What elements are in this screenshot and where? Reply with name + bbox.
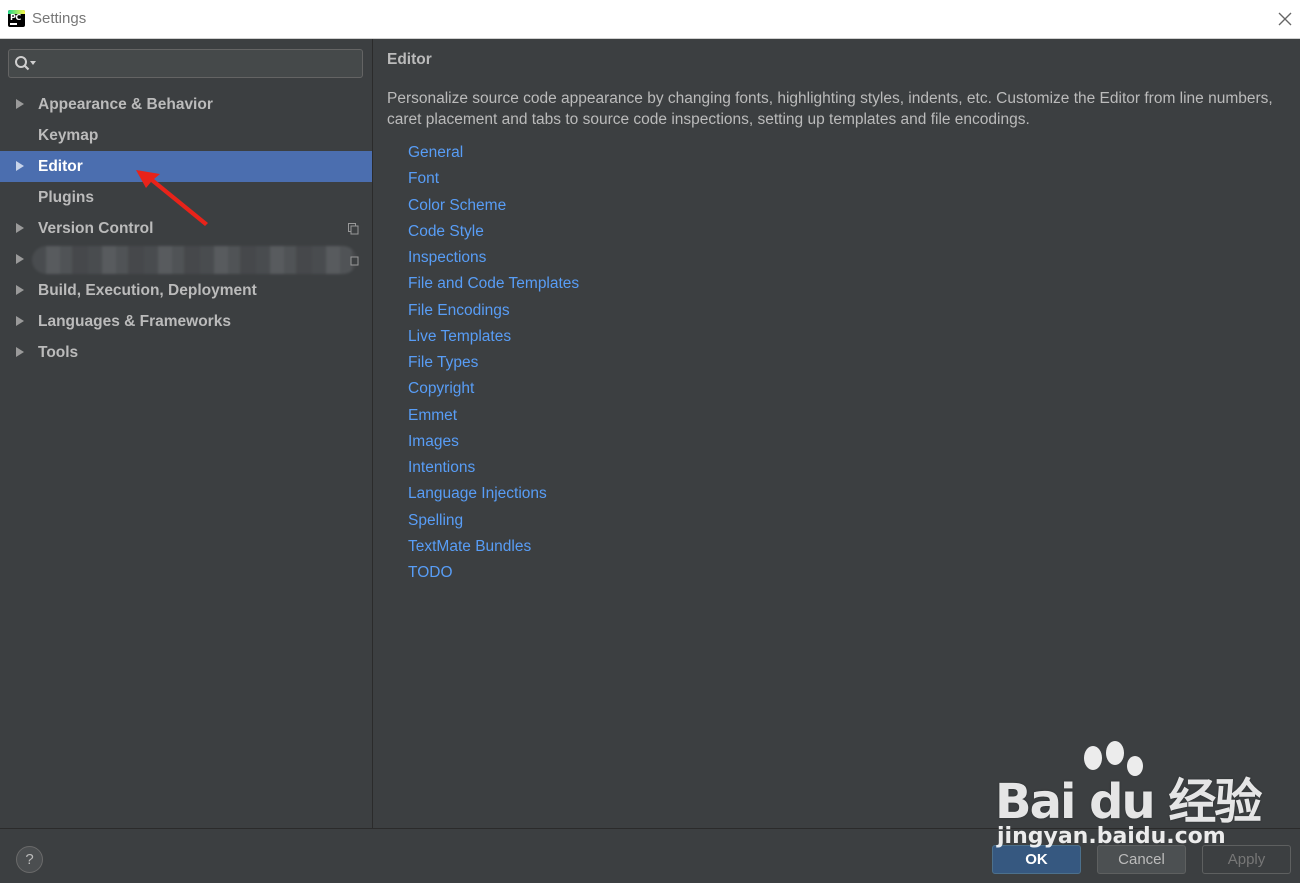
page-title: Editor: [387, 51, 432, 68]
link-general[interactable]: General: [408, 140, 579, 166]
expand-arrow-icon[interactable]: [16, 254, 24, 264]
ok-button[interactable]: OK: [992, 845, 1081, 874]
expand-arrow-icon[interactable]: [16, 316, 24, 326]
red-annotation-arrow-icon: [136, 170, 208, 226]
link-file-encodings[interactable]: File Encodings: [408, 298, 579, 324]
project-settings-icon: [348, 223, 359, 235]
sidebar-item-label: Tools: [38, 344, 79, 361]
link-file-and-code-templates[interactable]: File and Code Templates: [408, 271, 579, 297]
cancel-button[interactable]: Cancel: [1097, 845, 1186, 874]
close-icon: [1278, 12, 1292, 26]
window-title: Settings: [32, 10, 87, 27]
close-button[interactable]: [1274, 8, 1296, 30]
search-icon[interactable]: [14, 55, 38, 73]
sidebar-item-label: Editor: [38, 158, 83, 175]
link-color-scheme[interactable]: Color Scheme: [408, 193, 579, 219]
sidebar-item-label: Keymap: [38, 127, 99, 144]
link-textmate-bundles[interactable]: TextMate Bundles: [408, 534, 579, 560]
sidebar-item-build-execution-deployment[interactable]: Build, Execution, Deployment: [0, 275, 372, 306]
sidebar-item-label: Languages & Frameworks: [38, 313, 231, 330]
settings-tree: Appearance & Behavior Keymap Editor Plug…: [0, 89, 372, 368]
sidebar-item-label: Build, Execution, Deployment: [38, 282, 257, 299]
sidebar-item-appearance-behavior[interactable]: Appearance & Behavior: [0, 89, 372, 120]
link-spelling[interactable]: Spelling: [408, 508, 579, 534]
project-settings-icon: [350, 256, 359, 266]
dialog-footer: ? OK Cancel Apply: [0, 828, 1300, 883]
expand-arrow-icon[interactable]: [16, 347, 24, 357]
pycharm-app-icon: PC: [8, 10, 25, 27]
page-description: Personalize source code appearance by ch…: [387, 90, 1273, 128]
sidebar-item-redacted[interactable]: [0, 244, 372, 275]
expand-arrow-icon[interactable]: [16, 161, 24, 171]
sidebar-item-label: Appearance & Behavior: [38, 96, 213, 113]
link-emmet[interactable]: Emmet: [408, 403, 579, 429]
expand-arrow-icon[interactable]: [16, 223, 24, 233]
apply-button[interactable]: Apply: [1202, 845, 1291, 874]
search-input[interactable]: [41, 53, 355, 75]
link-live-templates[interactable]: Live Templates: [408, 324, 579, 350]
sidebar-item-languages-frameworks[interactable]: Languages & Frameworks: [0, 306, 372, 337]
sidebar-item-keymap[interactable]: Keymap: [0, 120, 372, 151]
expand-arrow-icon[interactable]: [16, 99, 24, 109]
redacted-label: [32, 246, 357, 274]
help-button[interactable]: ?: [16, 846, 43, 873]
editor-links: General Font Color Scheme Code Style Ins…: [408, 140, 579, 586]
sidebar-item-tools[interactable]: Tools: [0, 337, 372, 368]
link-language-injections[interactable]: Language Injections: [408, 481, 579, 507]
link-inspections[interactable]: Inspections: [408, 245, 579, 271]
settings-sidebar: Appearance & Behavior Keymap Editor Plug…: [0, 39, 373, 828]
search-box[interactable]: [8, 49, 363, 78]
link-file-types[interactable]: File Types: [408, 350, 579, 376]
editor-panel: Editor Personalize source code appearanc…: [373, 39, 1300, 828]
expand-arrow-icon[interactable]: [16, 285, 24, 295]
link-intentions[interactable]: Intentions: [408, 455, 579, 481]
title-bar: PC Settings: [0, 0, 1300, 39]
link-code-style[interactable]: Code Style: [408, 219, 579, 245]
link-todo[interactable]: TODO: [408, 560, 579, 586]
link-copyright[interactable]: Copyright: [408, 376, 579, 402]
link-font[interactable]: Font: [408, 166, 579, 192]
link-images[interactable]: Images: [408, 429, 579, 455]
sidebar-item-label: Plugins: [38, 189, 94, 206]
